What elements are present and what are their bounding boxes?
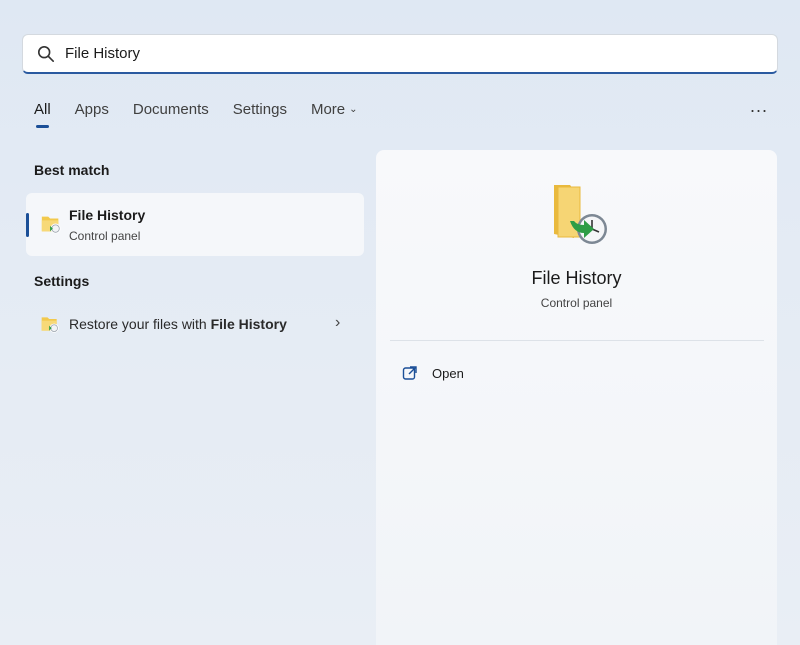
more-options-button[interactable]: ...	[750, 96, 768, 117]
tab-more[interactable]: More ⌄	[311, 101, 358, 118]
tab-all[interactable]: All	[34, 101, 51, 128]
file-history-icon	[41, 317, 59, 333]
selection-indicator	[26, 213, 29, 237]
open-action[interactable]: Open	[402, 362, 464, 384]
preview-title: File History	[531, 268, 622, 288]
chevron-down-icon: ⌄	[349, 104, 358, 115]
chevron-right-icon: ›	[335, 314, 341, 331]
preview-subtitle: Control panel	[540, 296, 613, 310]
tab-documents[interactable]: Documents	[133, 101, 209, 118]
best-match-result[interactable]: File History Control panel	[26, 193, 364, 256]
settings-result-label: Restore your files with File History	[69, 316, 287, 332]
preview-divider	[390, 340, 764, 341]
file-history-icon	[41, 216, 61, 234]
open-external-icon	[402, 366, 417, 380]
file-history-icon	[554, 185, 607, 244]
open-label: Open	[432, 365, 464, 381]
preview-pane: File History Control panel Open	[376, 150, 777, 645]
best-match-title: File History	[69, 207, 146, 223]
tab-apps[interactable]: Apps	[75, 101, 109, 118]
settings-result-restore-files[interactable]: Restore your files with File History ›	[26, 308, 364, 340]
tab-settings[interactable]: Settings	[233, 101, 287, 118]
best-match-subtitle: Control panel	[69, 229, 141, 243]
search-box[interactable]	[22, 34, 778, 74]
search-input[interactable]	[65, 38, 665, 69]
search-icon	[37, 45, 55, 62]
best-match-heading: Best match	[34, 162, 110, 178]
settings-heading: Settings	[34, 273, 90, 289]
filter-tabs: All Apps Documents Settings More ⌄	[34, 101, 382, 128]
